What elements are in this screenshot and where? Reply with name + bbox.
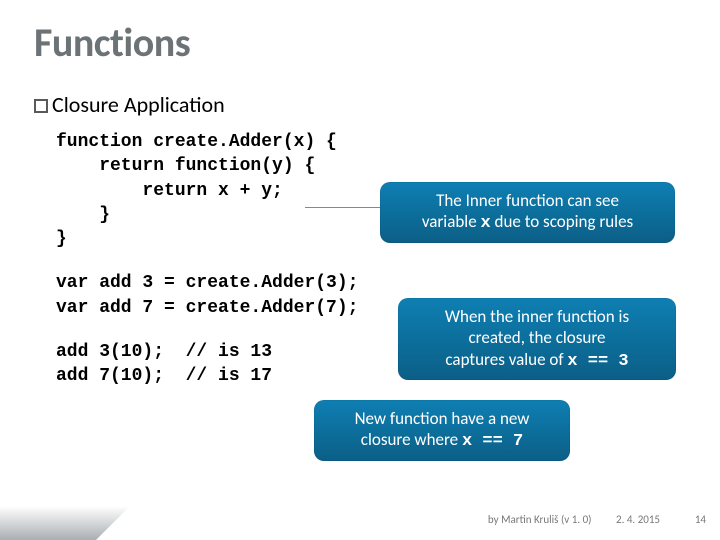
slide: Functions Closure Application function c… bbox=[0, 0, 720, 540]
code-line: return function(y) { bbox=[56, 154, 686, 178]
callout-inner-function: The Inner function can see variable x du… bbox=[380, 182, 675, 243]
corner-accent bbox=[0, 516, 84, 540]
code-line: function create.Adder(x) { bbox=[56, 130, 686, 154]
callout-text: New function have a new bbox=[326, 408, 558, 429]
code-var: x bbox=[481, 214, 491, 233]
callout-text: created, the closure bbox=[410, 327, 664, 348]
footer-date: 2. 4. 2015 bbox=[616, 513, 660, 526]
slide-title: Functions bbox=[34, 18, 686, 67]
callout-text: The Inner function can see bbox=[392, 190, 663, 211]
code-expr: x == 3 bbox=[567, 352, 628, 371]
code-gap bbox=[56, 251, 686, 271]
callout-text: When the inner function is bbox=[410, 306, 664, 327]
subtitle-rest: Application bbox=[119, 91, 225, 118]
subtitle-label: Closure bbox=[52, 91, 119, 118]
footer-author: by Martin Kruliš (v 1. 0) bbox=[488, 513, 592, 526]
code-expr: x == 7 bbox=[462, 432, 523, 451]
callout-text-part: closure where bbox=[361, 429, 462, 450]
callout-closure-capture: When the inner function is created, the … bbox=[398, 298, 676, 380]
callout-text-part: variable bbox=[422, 211, 481, 232]
subtitle: Closure Application bbox=[34, 91, 686, 118]
callout-leader bbox=[305, 207, 380, 208]
code-line: var add 3 = create.Adder(3); bbox=[56, 271, 686, 295]
callout-text: variable x due to scoping rules bbox=[392, 211, 663, 234]
footer: by Martin Kruliš (v 1. 0) 2. 4. 2015 bbox=[488, 513, 660, 526]
callout-text-part: due to scoping rules bbox=[491, 211, 633, 232]
page-number: 14 bbox=[695, 513, 706, 526]
callout-text-part: captures value of bbox=[445, 349, 567, 370]
callout-text: closure where x == 7 bbox=[326, 429, 558, 452]
callout-text: captures value of x == 3 bbox=[410, 349, 664, 372]
bullet-icon bbox=[34, 99, 48, 113]
callout-new-closure: New function have a new closure where x … bbox=[314, 400, 570, 461]
